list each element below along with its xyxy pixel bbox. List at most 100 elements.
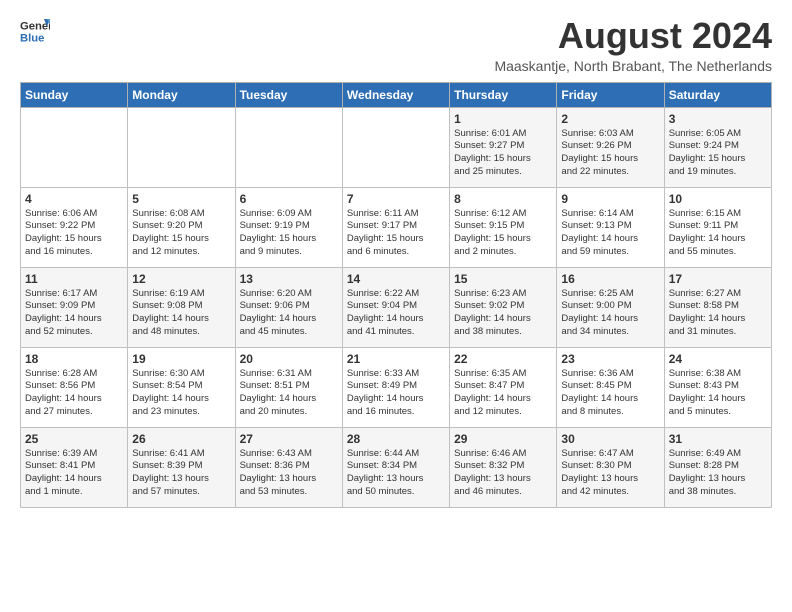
day-info: Sunrise: 6:28 AM Sunset: 8:56 PM Dayligh…: [25, 368, 123, 419]
header-row: Sunday Monday Tuesday Wednesday Thursday…: [21, 82, 772, 107]
week-row-1: 1 Sunrise: 6:01 AM Sunset: 9:27 PM Daylig…: [21, 107, 772, 187]
day-cell-1-5: 9Sunrise: 6:14 AM Sunset: 9:13 PM Daylig…: [557, 187, 664, 267]
day-info: Sunrise: 6:44 AM Sunset: 8:34 PM Dayligh…: [347, 448, 445, 499]
day-number: 9: [561, 192, 659, 206]
day-info: Sunrise: 6:23 AM Sunset: 9:02 PM Dayligh…: [454, 288, 552, 339]
header-thursday: Thursday: [450, 82, 557, 107]
day-info: Sunrise: 6:36 AM Sunset: 8:45 PM Dayligh…: [561, 368, 659, 419]
day-cell-4-3: 28 Sunrise: 6:44 AM Sunset: 8:34 PM Dayli…: [342, 427, 449, 507]
day-info: Sunrise: 6:43 AM Sunset: 8:36 PM Dayligh…: [240, 448, 338, 499]
day-number: 28: [347, 432, 445, 446]
title-area: August 2024 Maaskantje, North Brabant, T…: [494, 16, 772, 74]
day-info: Sunrise: 6:39 AM Sunset: 8:41 PM Dayligh…: [25, 448, 123, 499]
day-cell-1-1: 5 Sunrise: 6:08 AM Sunset: 9:20 PM Daylig…: [128, 187, 235, 267]
week-row-3: 11 Sunrise: 6:17 AM Sunset: 9:09 PM Dayli…: [21, 267, 772, 347]
day-number: 3: [669, 112, 767, 126]
day-cell-0-4: 1 Sunrise: 6:01 AM Sunset: 9:27 PM Daylig…: [450, 107, 557, 187]
day-number: 20: [240, 352, 338, 366]
day-cell-1-6: 10Sunrise: 6:15 AM Sunset: 9:11 PM Dayli…: [664, 187, 771, 267]
day-cell-0-6: 3Sunrise: 6:05 AM Sunset: 9:24 PM Daylig…: [664, 107, 771, 187]
day-info: Sunrise: 6:12 AM Sunset: 9:15 PM Dayligh…: [454, 208, 552, 259]
day-info: Sunrise: 6:41 AM Sunset: 8:39 PM Dayligh…: [132, 448, 230, 499]
day-info: Sunrise: 6:31 AM Sunset: 8:51 PM Dayligh…: [240, 368, 338, 419]
day-info: Sunrise: 6:01 AM Sunset: 9:27 PM Dayligh…: [454, 128, 552, 179]
header-sunday: Sunday: [21, 82, 128, 107]
day-info: Sunrise: 6:03 AM Sunset: 9:26 PM Dayligh…: [561, 128, 659, 179]
day-number: 17: [669, 272, 767, 286]
day-info: Sunrise: 6:30 AM Sunset: 8:54 PM Dayligh…: [132, 368, 230, 419]
header-tuesday: Tuesday: [235, 82, 342, 107]
month-title: August 2024: [494, 16, 772, 56]
day-number: 12: [132, 272, 230, 286]
day-cell-4-5: 30 Sunrise: 6:47 AM Sunset: 8:30 PM Dayli…: [557, 427, 664, 507]
day-number: 5: [132, 192, 230, 206]
svg-text:Blue: Blue: [20, 33, 44, 45]
subtitle: Maaskantje, North Brabant, The Netherlan…: [494, 58, 772, 74]
day-cell-3-4: 22 Sunrise: 6:35 AM Sunset: 8:47 PM Dayli…: [450, 347, 557, 427]
day-cell-1-3: 7 Sunrise: 6:11 AM Sunset: 9:17 PM Daylig…: [342, 187, 449, 267]
day-number: 15: [454, 272, 552, 286]
day-number: 25: [25, 432, 123, 446]
day-number: 18: [25, 352, 123, 366]
day-info: Sunrise: 6:38 AM Sunset: 8:43 PM Dayligh…: [669, 368, 767, 419]
day-cell-2-1: 12 Sunrise: 6:19 AM Sunset: 9:08 PM Dayli…: [128, 267, 235, 347]
header-friday: Friday: [557, 82, 664, 107]
day-cell-2-0: 11 Sunrise: 6:17 AM Sunset: 9:09 PM Dayli…: [21, 267, 128, 347]
day-number: 30: [561, 432, 659, 446]
day-number: 19: [132, 352, 230, 366]
day-cell-0-0: [21, 107, 128, 187]
day-cell-2-3: 14 Sunrise: 6:22 AM Sunset: 9:04 PM Dayli…: [342, 267, 449, 347]
day-cell-3-5: 23Sunrise: 6:36 AM Sunset: 8:45 PM Dayli…: [557, 347, 664, 427]
calendar-table: Sunday Monday Tuesday Wednesday Thursday…: [20, 82, 772, 508]
day-info: Sunrise: 6:22 AM Sunset: 9:04 PM Dayligh…: [347, 288, 445, 339]
day-number: 24: [669, 352, 767, 366]
week-row-4: 18 Sunrise: 6:28 AM Sunset: 8:56 PM Dayli…: [21, 347, 772, 427]
day-cell-3-3: 21 Sunrise: 6:33 AM Sunset: 8:49 PM Dayli…: [342, 347, 449, 427]
page: General Blue August 2024 Maaskantje, Nor…: [0, 0, 792, 518]
logo-icon: General Blue: [20, 16, 50, 46]
day-number: 1: [454, 112, 552, 126]
day-number: 21: [347, 352, 445, 366]
day-number: 29: [454, 432, 552, 446]
day-info: Sunrise: 6:46 AM Sunset: 8:32 PM Dayligh…: [454, 448, 552, 499]
day-number: 8: [454, 192, 552, 206]
day-cell-4-0: 25 Sunrise: 6:39 AM Sunset: 8:41 PM Dayli…: [21, 427, 128, 507]
day-number: 27: [240, 432, 338, 446]
day-info: Sunrise: 6:33 AM Sunset: 8:49 PM Dayligh…: [347, 368, 445, 419]
header-saturday: Saturday: [664, 82, 771, 107]
day-number: 4: [25, 192, 123, 206]
day-info: Sunrise: 6:35 AM Sunset: 8:47 PM Dayligh…: [454, 368, 552, 419]
day-cell-2-5: 16Sunrise: 6:25 AM Sunset: 9:00 PM Dayli…: [557, 267, 664, 347]
day-number: 7: [347, 192, 445, 206]
day-info: Sunrise: 6:49 AM Sunset: 8:28 PM Dayligh…: [669, 448, 767, 499]
day-cell-3-0: 18 Sunrise: 6:28 AM Sunset: 8:56 PM Dayli…: [21, 347, 128, 427]
day-number: 2: [561, 112, 659, 126]
day-cell-3-2: 20 Sunrise: 6:31 AM Sunset: 8:51 PM Dayli…: [235, 347, 342, 427]
day-number: 31: [669, 432, 767, 446]
day-number: 13: [240, 272, 338, 286]
day-cell-2-6: 17 Sunrise: 6:27 AM Sunset: 8:58 PM Dayli…: [664, 267, 771, 347]
day-info: Sunrise: 6:27 AM Sunset: 8:58 PM Dayligh…: [669, 288, 767, 339]
day-number: 14: [347, 272, 445, 286]
day-info: Sunrise: 6:19 AM Sunset: 9:08 PM Dayligh…: [132, 288, 230, 339]
day-info: Sunrise: 6:17 AM Sunset: 9:09 PM Dayligh…: [25, 288, 123, 339]
day-cell-0-2: [235, 107, 342, 187]
day-info: Sunrise: 6:11 AM Sunset: 9:17 PM Dayligh…: [347, 208, 445, 259]
day-number: 10: [669, 192, 767, 206]
day-cell-4-2: 27 Sunrise: 6:43 AM Sunset: 8:36 PM Dayli…: [235, 427, 342, 507]
day-cell-4-1: 26Sunrise: 6:41 AM Sunset: 8:39 PM Dayli…: [128, 427, 235, 507]
day-number: 22: [454, 352, 552, 366]
day-cell-1-4: 8 Sunrise: 6:12 AM Sunset: 9:15 PM Daylig…: [450, 187, 557, 267]
day-cell-1-0: 4 Sunrise: 6:06 AM Sunset: 9:22 PM Daylig…: [21, 187, 128, 267]
day-cell-0-5: 2 Sunrise: 6:03 AM Sunset: 9:26 PM Daylig…: [557, 107, 664, 187]
day-info: Sunrise: 6:47 AM Sunset: 8:30 PM Dayligh…: [561, 448, 659, 499]
header-monday: Monday: [128, 82, 235, 107]
day-cell-0-1: [128, 107, 235, 187]
day-info: Sunrise: 6:06 AM Sunset: 9:22 PM Dayligh…: [25, 208, 123, 259]
day-number: 11: [25, 272, 123, 286]
day-info: Sunrise: 6:08 AM Sunset: 9:20 PM Dayligh…: [132, 208, 230, 259]
day-cell-2-2: 13Sunrise: 6:20 AM Sunset: 9:06 PM Dayli…: [235, 267, 342, 347]
day-info: Sunrise: 6:09 AM Sunset: 9:19 PM Dayligh…: [240, 208, 338, 259]
day-cell-1-2: 6Sunrise: 6:09 AM Sunset: 9:19 PM Daylig…: [235, 187, 342, 267]
week-row-5: 25 Sunrise: 6:39 AM Sunset: 8:41 PM Dayli…: [21, 427, 772, 507]
